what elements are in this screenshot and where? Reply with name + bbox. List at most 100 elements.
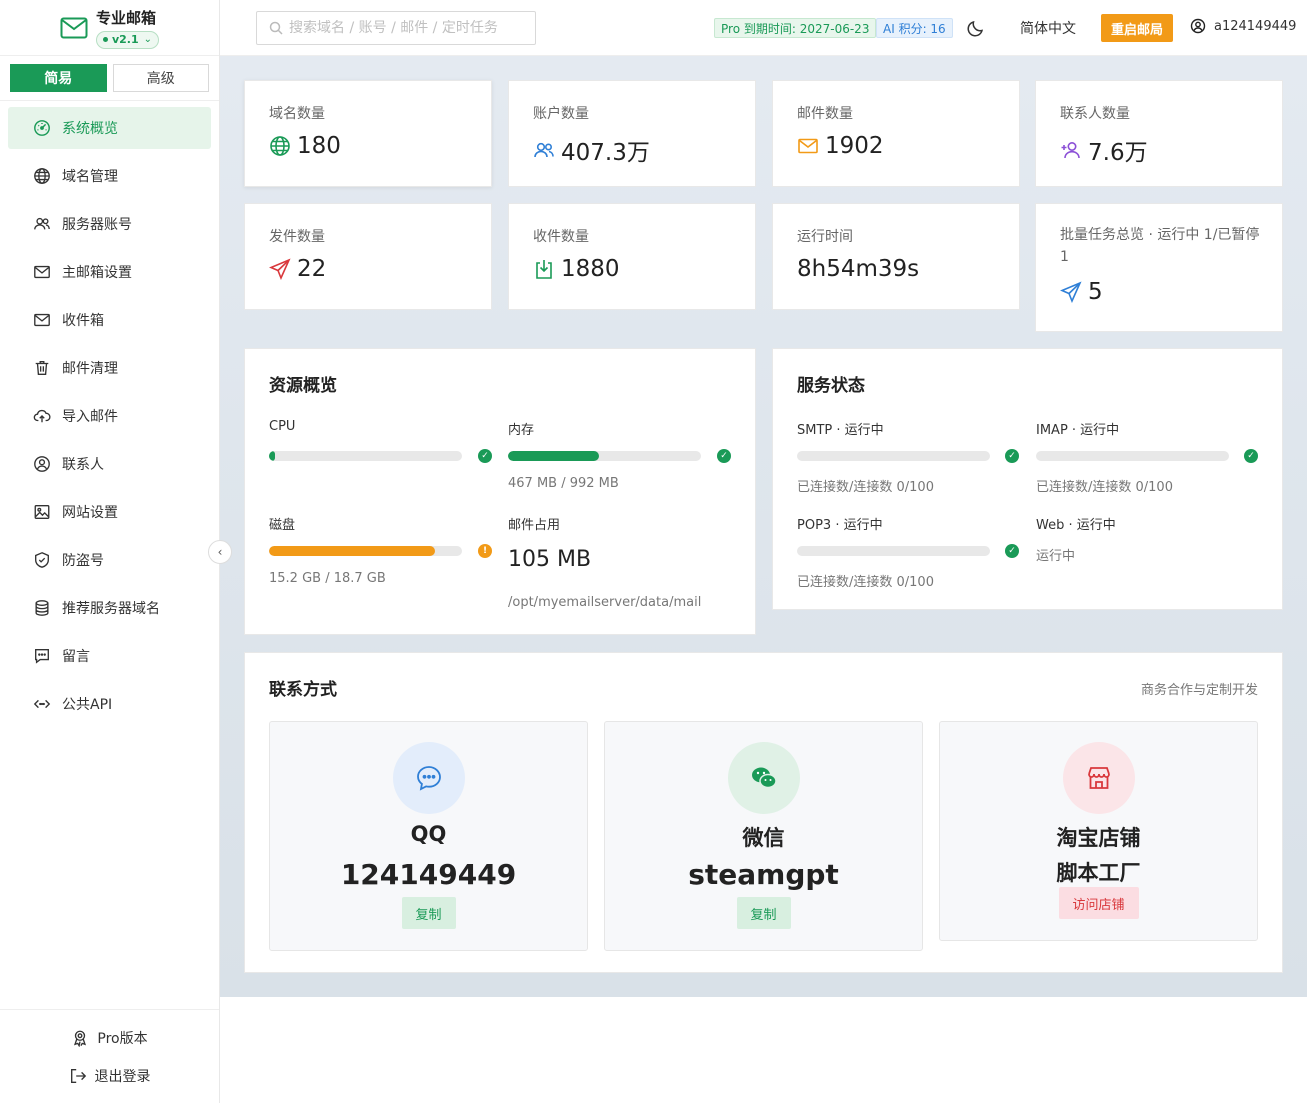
stat-card-batch: 批量任务总览 · 运行中 1/已暂停 1 5 (1035, 203, 1283, 332)
username: a124149449 (1214, 18, 1297, 34)
main-content: 域名数量 180 账户数量 407.3万 邮件数量 1902 联系人数量 7.6… (220, 56, 1307, 997)
stat-card-contacts: 联系人数量 7.6万 (1035, 80, 1283, 187)
stat-value: 180 (297, 133, 341, 159)
sidebar-item-recommended-domains[interactable]: 推荐服务器域名 (8, 587, 211, 629)
download-icon (536, 260, 552, 279)
search-icon (269, 21, 283, 35)
copy-wechat-button[interactable]: 复制 (736, 897, 791, 929)
moon-icon[interactable] (966, 18, 986, 38)
search-box (256, 11, 536, 45)
users-icon (32, 214, 52, 234)
contact-wechat: 微信 steamgpt 复制 (604, 721, 923, 951)
mail-usage-value: 105 MB (508, 547, 592, 572)
dashboard-icon (32, 118, 52, 138)
sidebar-item-anti-theft[interactable]: 防盗号 (8, 539, 211, 581)
stat-value: 7.6万 (1088, 140, 1148, 166)
web-detail: 运行中 (1036, 549, 1076, 564)
sidebar-item-domains[interactable]: 域名管理 (8, 155, 211, 197)
pro-version-link[interactable]: Pro版本 (71, 1028, 148, 1048)
check-icon: ✓ (1005, 449, 1019, 463)
wechat-icon (727, 742, 800, 814)
sidebar-item-label: 邮件清理 (62, 361, 118, 377)
logout-icon (70, 1068, 86, 1083)
visit-store-button[interactable]: 访问店铺 (1058, 887, 1139, 919)
section-title: 服务状态 (797, 376, 865, 396)
sidebar-nav: 系统概览 域名管理 服务器账号 主邮箱设置 收件箱 邮件清理 导入邮件 联系人 (0, 101, 219, 737)
user-circle-icon (1190, 18, 1206, 34)
stat-value-row: 1880 (533, 256, 620, 282)
sidebar-item-inbox[interactable]: 收件箱 (8, 299, 211, 341)
sidebar-item-label: 域名管理 (62, 169, 118, 185)
sidebar-item-messages[interactable]: 留言 (8, 635, 211, 677)
check-icon: ✓ (478, 449, 492, 463)
stat-label: 收件数量 (533, 229, 589, 245)
sidebar-item-label: 推荐服务器域名 (62, 601, 160, 617)
stat-value-row: 180 (269, 133, 341, 159)
chevron-left-icon: ‹ (217, 545, 223, 559)
stat-card-accounts: 账户数量 407.3万 (508, 80, 756, 187)
sidebar-item-label: 收件箱 (62, 313, 104, 329)
sidebar-item-overview[interactable]: 系统概览 (8, 107, 211, 149)
contact-value: 124149449 (340, 858, 517, 891)
memory-bar-fill (508, 451, 599, 461)
restart-mail-button[interactable]: 重启邮局 (1101, 14, 1174, 42)
sidebar-item-server-accounts[interactable]: 服务器账号 (8, 203, 211, 245)
pop3-detail: 已连接数/连接数 0/100 (797, 575, 934, 590)
sidebar-item-main-mailbox[interactable]: 主邮箱设置 (8, 251, 211, 293)
chat-bubble-icon (392, 742, 465, 814)
stat-label: 联系人数量 (1060, 106, 1130, 122)
section-title: 资源概览 (269, 376, 337, 396)
contact-qq: QQ 124149449 复制 (269, 721, 588, 951)
mail-usage-label: 邮件占用 (508, 518, 561, 533)
imap-label: IMAP · 运行中 (1036, 423, 1120, 438)
ai-points-badge: AI 积分: 16 (876, 18, 953, 38)
version-badge[interactable]: v2.1 ⌄ (96, 30, 159, 49)
mode-simple-button[interactable]: 简易 (10, 64, 107, 92)
code-icon (32, 694, 52, 714)
logout-button[interactable]: 退出登录 (69, 1066, 151, 1086)
logout-label: 退出登录 (94, 1068, 151, 1085)
message-icon (32, 646, 52, 666)
mail-logo-icon (60, 17, 88, 38)
user-menu[interactable]: a124149449 (1190, 18, 1296, 34)
contact-name: 淘宝店铺 (1056, 826, 1141, 850)
stat-label: 发件数量 (269, 229, 325, 245)
memory-detail: 467 MB / 992 MB (508, 476, 619, 491)
memory-label: 内存 (508, 423, 535, 438)
section-title: 联系方式 (269, 680, 337, 700)
user-circle-icon (32, 454, 52, 474)
sidebar-item-public-api[interactable]: 公共API (8, 683, 211, 725)
collapse-sidebar-button[interactable]: ‹ (208, 540, 232, 564)
mode-advanced-button[interactable]: 高级 (112, 64, 209, 92)
brand: 专业邮箱 v2.1 ⌄ (0, 0, 219, 56)
stat-label: 运行时间 (797, 229, 853, 245)
pop3-label: POP3 · 运行中 (797, 518, 883, 533)
pro-expiry-badge: Pro 到期时间: 2027-06-23 (714, 18, 877, 38)
stat-value-row: 22 (269, 256, 326, 282)
sidebar-item-site-settings[interactable]: 网站设置 (8, 491, 211, 533)
check-icon: ✓ (1244, 449, 1258, 463)
contact-value: steamgpt (688, 858, 839, 891)
disk-label: 磁盘 (269, 518, 296, 533)
sidebar-footer: Pro版本 退出登录 (0, 1009, 219, 1103)
search-input[interactable] (289, 20, 519, 36)
contact-name: 微信 (742, 826, 785, 850)
send-icon (269, 258, 291, 280)
warning-icon: ! (478, 544, 492, 558)
sidebar-item-cleanup[interactable]: 邮件清理 (8, 347, 211, 389)
send-icon (1060, 281, 1082, 303)
sidebar-item-label: 导入邮件 (62, 409, 118, 425)
contact-taobao: 淘宝店铺 脚本工厂 访问店铺 (939, 721, 1258, 941)
sidebar-item-label: 主邮箱设置 (62, 265, 132, 281)
trash-icon (32, 358, 52, 378)
user-plus-icon (1061, 141, 1080, 159)
sidebar-item-import[interactable]: 导入邮件 (8, 395, 211, 437)
sidebar-item-contacts[interactable]: 联系人 (8, 443, 211, 485)
award-icon (74, 1030, 87, 1047)
language-selector[interactable]: 简体中文 (1020, 18, 1076, 38)
imap-bar (1036, 451, 1229, 461)
copy-qq-button[interactable]: 复制 (401, 897, 456, 929)
stat-card-sent: 发件数量 22 (244, 203, 492, 310)
stat-value-row: 1902 (797, 133, 884, 159)
smtp-label: SMTP · 运行中 (797, 423, 884, 438)
